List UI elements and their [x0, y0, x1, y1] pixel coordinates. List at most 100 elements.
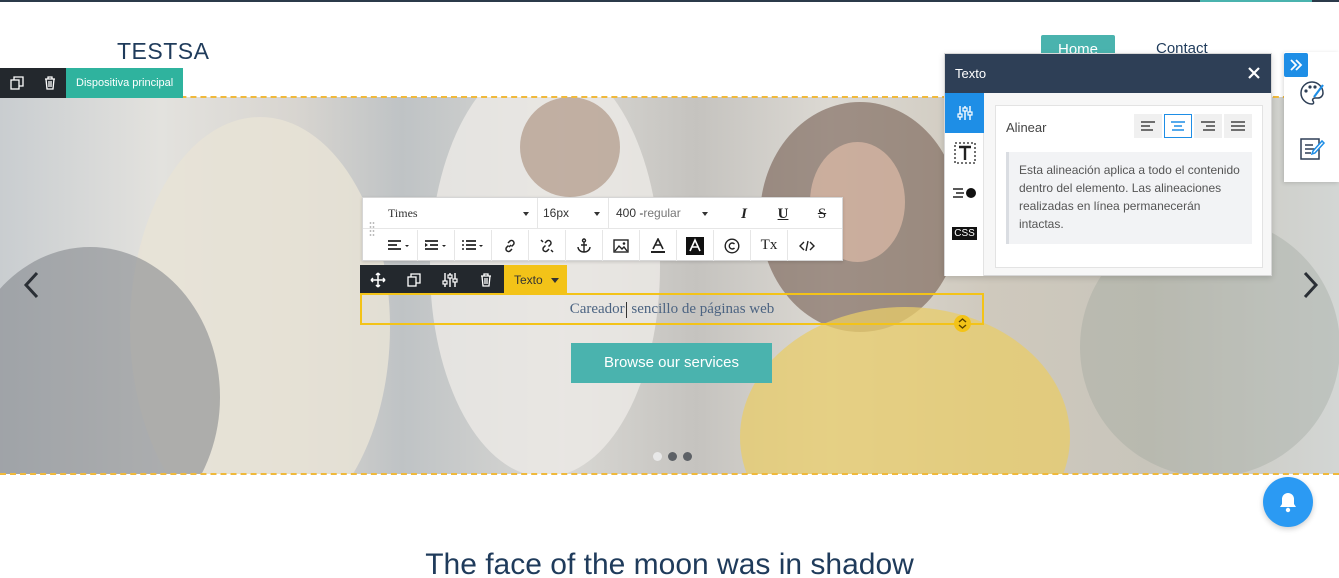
tab-settings[interactable] [945, 93, 984, 133]
text-cursor [625, 301, 627, 318]
font-weight-number: 400 - [616, 206, 644, 220]
element-type-dropdown[interactable]: Texto [504, 265, 567, 295]
align-justify-button[interactable] [1224, 114, 1252, 138]
italic-button[interactable]: I [734, 204, 754, 224]
list-dropdown-button[interactable] [455, 230, 492, 261]
chevron-down-icon [523, 212, 529, 216]
alignment-buttons [1134, 114, 1252, 138]
browse-services-button[interactable]: Browse our services [571, 343, 772, 383]
align-label: Alinear [1006, 120, 1047, 135]
text-settings-panel: Texto CSS Alinear Esta alineación aplica… [944, 53, 1272, 276]
carousel-dot-1[interactable] [653, 452, 662, 461]
unlink-icon [540, 238, 554, 253]
edit-page-icon[interactable] [1298, 134, 1326, 162]
background-color-icon [686, 236, 704, 255]
indent-icon [425, 239, 446, 250]
trash-icon [44, 76, 55, 90]
text-color-button[interactable] [640, 230, 677, 261]
strikethrough-icon: S [817, 206, 827, 222]
element-settings-button[interactable] [432, 265, 468, 295]
carousel-dot-3[interactable] [683, 452, 692, 461]
align-left-button[interactable] [1134, 114, 1162, 138]
copy-icon [407, 273, 421, 287]
css-icon: CSS [952, 226, 977, 240]
unlink-button[interactable] [529, 230, 566, 261]
insert-image-button[interactable] [603, 230, 640, 261]
indent-dot-icon [952, 188, 976, 198]
special-character-button[interactable] [714, 230, 751, 261]
font-size-select[interactable]: 16px [538, 198, 609, 229]
collapse-rail-button[interactable] [1284, 53, 1308, 77]
align-center-icon [1171, 121, 1185, 131]
double-chevron-right-icon [1290, 59, 1303, 71]
image-icon [613, 238, 629, 253]
section-toolbar: Dispositiva principal [0, 68, 184, 98]
duplicate-section-button[interactable] [0, 68, 33, 98]
align-justify-icon [1231, 121, 1245, 131]
carousel-dots [653, 452, 692, 461]
panel-title: Texto [955, 66, 987, 81]
align-left-icon [1141, 121, 1155, 131]
font-size-value: 16px [543, 206, 570, 220]
panel-content: Alinear Esta alineación aplica a todo el… [995, 105, 1263, 268]
section-name-label[interactable]: Dispositiva principal [66, 68, 184, 98]
anchor-button[interactable] [566, 230, 603, 261]
hero-photo-sweater-right [740, 307, 1070, 474]
sliders-icon [956, 106, 973, 120]
clear-formatting-icon: Tx [760, 237, 778, 253]
align-right-button[interactable] [1194, 114, 1222, 138]
rich-text-toolbar: Times 16px 400 -regular I U S Tx [362, 197, 843, 261]
tab-css[interactable]: CSS [945, 213, 984, 253]
clear-formatting-button[interactable]: Tx [751, 230, 788, 261]
rte-row-insert: Tx [381, 230, 825, 261]
align-dropdown-button[interactable] [381, 230, 418, 261]
section-headline: The face of the moon was in shadow [425, 548, 914, 578]
resize-handle[interactable] [954, 315, 971, 332]
move-element-button[interactable] [360, 265, 396, 295]
section-outline-bottom [0, 473, 1339, 475]
tab-spacing[interactable] [945, 173, 984, 213]
code-icon [798, 240, 815, 251]
palette-icon[interactable] [1298, 79, 1326, 107]
delete-element-button[interactable] [468, 265, 504, 295]
insert-link-button[interactable] [492, 230, 529, 261]
slider-prev-arrow-icon[interactable] [22, 270, 42, 300]
close-icon[interactable] [1247, 66, 1261, 80]
strikethrough-button[interactable]: S [812, 204, 832, 224]
font-family-value: Times [388, 206, 418, 220]
align-right-icon [1201, 121, 1215, 131]
element-toolbar: Texto [360, 265, 567, 295]
background-color-button[interactable] [677, 230, 714, 261]
underline-icon: U [777, 206, 789, 222]
delete-section-button[interactable] [33, 68, 66, 98]
selected-text-element[interactable]: Careador sencillo de páginas web [360, 293, 984, 325]
slider-next-arrow-icon[interactable] [1300, 270, 1320, 300]
bell-icon [1280, 493, 1296, 513]
align-left-icon [388, 239, 409, 250]
source-code-button[interactable] [788, 230, 825, 261]
panel-tabs: CSS [945, 93, 984, 276]
tab-typography[interactable] [945, 133, 984, 173]
underline-button[interactable]: U [773, 204, 793, 224]
font-weight-select[interactable]: 400 -regular [609, 198, 716, 229]
chevron-down-icon [702, 212, 708, 216]
notifications-button[interactable] [1263, 477, 1313, 527]
duplicate-element-button[interactable] [396, 265, 432, 295]
alignment-help-text: Esta alineación aplica a todo el conteni… [1006, 152, 1252, 244]
indent-dropdown-button[interactable] [418, 230, 455, 261]
element-type-label: Texto [514, 273, 543, 287]
font-family-select[interactable]: Times [381, 198, 538, 229]
align-center-button[interactable] [1164, 114, 1192, 138]
font-weight-name: regular [643, 206, 681, 220]
site-logo[interactable]: TESTSA [117, 38, 209, 65]
move-icon [370, 272, 386, 288]
resize-vertical-icon [958, 318, 967, 329]
copy-icon [9, 76, 24, 90]
carousel-dot-2[interactable] [668, 452, 677, 461]
sliders-icon [442, 273, 458, 287]
link-icon [505, 239, 515, 252]
text-content-before-cursor: Careador [569, 301, 625, 317]
text-type-icon [953, 142, 976, 164]
hero-photo-face-center [520, 97, 620, 197]
italic-icon: I [741, 206, 747, 222]
